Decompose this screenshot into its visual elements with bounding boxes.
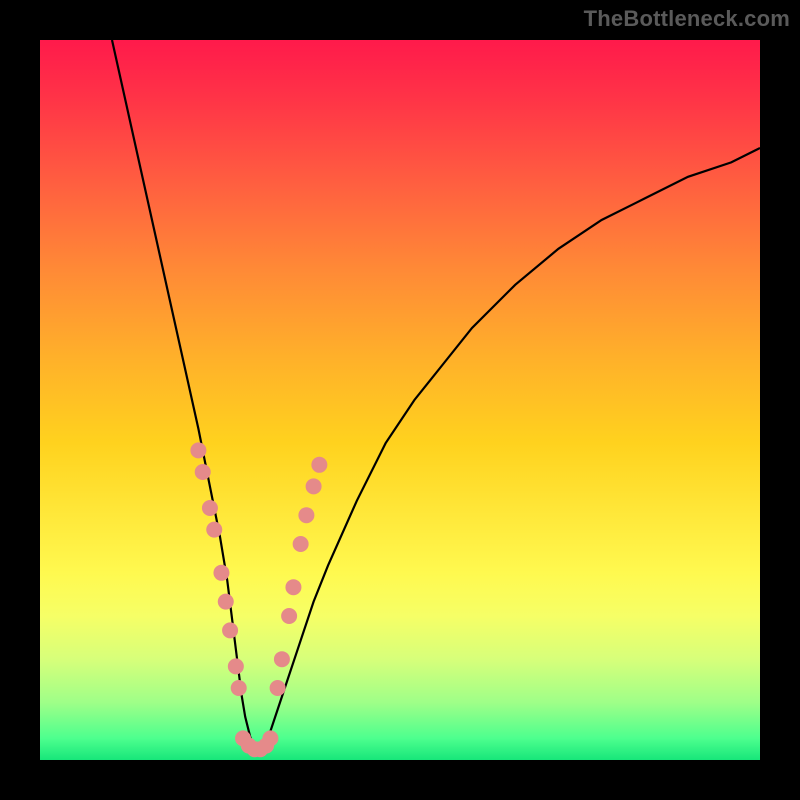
marker-right [293,536,309,552]
marker-right [306,478,322,494]
marker-left [218,594,234,610]
marker-left [202,500,218,516]
marker-left [222,622,238,638]
marker-left [213,565,229,581]
curve-left [112,40,256,753]
marker-right [270,680,286,696]
marker-left [231,680,247,696]
marker-right [285,579,301,595]
curve-right [256,148,760,753]
marker-trough [262,730,278,746]
marker-right [281,608,297,624]
marker-right [274,651,290,667]
chart-stage: TheBottleneck.com [0,0,800,800]
marker-right [311,457,327,473]
marker-right [298,507,314,523]
marker-left [206,522,222,538]
marker-left [190,442,206,458]
marker-left [228,658,244,674]
plot-area [40,40,760,760]
curve-svg [40,40,760,760]
marker-left [195,464,211,480]
watermark-text: TheBottleneck.com [584,6,790,32]
